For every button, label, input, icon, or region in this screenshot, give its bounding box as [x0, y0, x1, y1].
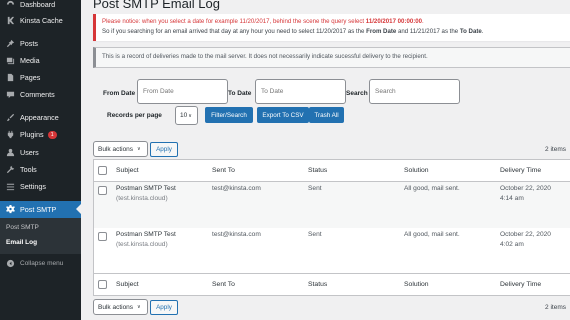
row-checkbox[interactable] [98, 186, 107, 195]
column-header-delivery-time[interactable]: Delivery Time [500, 167, 541, 174]
column-footer-sent-to[interactable]: Sent To [212, 281, 235, 288]
column-header-subject[interactable]: Subject [116, 167, 139, 174]
to-date-input[interactable] [255, 79, 346, 104]
items-count-bottom: 2 items [545, 304, 566, 311]
sidebar-item-label: Plugins [20, 130, 44, 139]
notice-line-2: So if you searching for an email arrived… [102, 28, 484, 35]
gear-icon [5, 205, 15, 215]
date-notice: Please notice: when you select a date fo… [93, 14, 570, 41]
items-count-top: 2 items [545, 146, 566, 153]
column-header-sent-to[interactable]: Sent To [212, 167, 235, 174]
from-date-input[interactable] [137, 79, 228, 104]
wrench-icon [5, 165, 15, 175]
dashboard-icon [5, 0, 15, 10]
user-icon [5, 148, 15, 158]
kinsta-icon [5, 16, 15, 26]
sidebar-item-label: Pages [20, 73, 41, 82]
email-subject[interactable]: Postman SMTP Test (test.kinsta.cloud) [116, 230, 176, 250]
chevron-down-icon: ∨ [188, 112, 192, 119]
bulk-actions-select-top[interactable]: Bulk actions ∨ [93, 141, 148, 157]
email-delivery-time: October 22, 2020 4:02 am [500, 231, 551, 248]
plugin-icon [5, 130, 15, 140]
email-sent-to: test@kinsta.com [212, 231, 261, 238]
sidebar-item-label: Comments [20, 90, 55, 99]
sidebar-item-label: Dashboard [20, 0, 56, 9]
submenu-item-email-log[interactable]: Email Log [6, 239, 37, 246]
notice-line-1: Please notice: when you select a date fo… [102, 18, 424, 25]
records-per-page-label: Records per page [107, 112, 162, 119]
email-log-table: Subject Sent To Status Solution Delivery… [93, 159, 570, 296]
sidebar-item-label: Kinsta Cache [20, 16, 63, 25]
collapse-icon [5, 259, 15, 269]
column-header-solution[interactable]: Solution [404, 167, 429, 174]
sidebar-item-settings[interactable]: Settings [0, 178, 81, 195]
update-count-badge: 1 [47, 130, 57, 139]
sidebar-item-label: Appearance [20, 113, 59, 122]
sidebar-item-users[interactable]: Users [0, 144, 81, 161]
sidebar-item-label: Users [20, 148, 39, 157]
chevron-down-icon: ∨ [137, 304, 141, 310]
post-smtp-submenu: Post SMTP Email Log [0, 218, 81, 254]
sidebar-item-tools[interactable]: Tools [0, 161, 81, 178]
column-footer-solution[interactable]: Solution [404, 281, 429, 288]
table-row: Postman SMTP Test (test.kinsta.cloud) te… [94, 228, 570, 274]
media-icon [5, 56, 15, 66]
sidebar-item-label: Media [20, 56, 40, 65]
export-csv-button[interactable]: Export To CSV [257, 107, 309, 123]
main-content: Post SMTP Email Log Please notice: when … [81, 0, 570, 320]
email-solution: All good, mail sent. [404, 231, 460, 238]
table-header: Subject Sent To Status Solution Delivery… [94, 160, 570, 182]
sidebar-item-label: Post SMTP [20, 205, 57, 214]
apply-button-top[interactable]: Apply [150, 142, 178, 157]
filter-search-button[interactable]: Filter/Search [205, 107, 253, 123]
sidebar-item-label: Posts [20, 39, 38, 48]
column-footer-subject[interactable]: Subject [116, 281, 139, 288]
sidebar-item-posts[interactable]: Posts [0, 35, 81, 52]
row-checkbox[interactable] [98, 232, 107, 241]
table-footer: Subject Sent To Status Solution Delivery… [94, 273, 570, 295]
search-label: Search [346, 90, 368, 97]
table-row: Postman SMTP Test (test.kinsta.cloud) te… [94, 182, 570, 228]
admin-sidebar: Dashboard Kinsta Cache Posts Media Pages… [0, 0, 81, 320]
pin-icon [5, 39, 15, 49]
submenu-item-post-smtp[interactable]: Post SMTP [6, 224, 39, 231]
to-date-label: To Date [228, 90, 252, 97]
search-input[interactable] [369, 79, 460, 104]
email-subject[interactable]: Postman SMTP Test (test.kinsta.cloud) [116, 184, 176, 204]
email-solution: All good, mail sent. [404, 185, 460, 192]
column-header-status[interactable]: Status [308, 167, 327, 174]
comment-icon [5, 90, 15, 100]
collapse-menu-button[interactable]: Collapse menu [0, 255, 81, 272]
apply-button-bottom[interactable]: Apply [150, 300, 178, 315]
sidebar-item-plugins[interactable]: Plugins 1 [0, 126, 81, 143]
select-all-checkbox[interactable] [98, 280, 107, 289]
email-sent-to: test@kinsta.com [212, 185, 261, 192]
column-footer-delivery-time[interactable]: Delivery Time [500, 281, 541, 288]
email-status: Sent [308, 231, 322, 238]
chevron-down-icon: ∨ [137, 146, 141, 152]
sidebar-item-label: Tools [20, 165, 37, 174]
trash-all-button[interactable]: Trash All [309, 107, 344, 123]
brush-icon [5, 113, 15, 123]
sidebar-item-appearance[interactable]: Appearance [0, 109, 81, 126]
sidebar-item-post-smtp[interactable]: Post SMTP [0, 201, 81, 218]
sidebar-item-comments[interactable]: Comments [0, 86, 81, 103]
sidebar-item-pages[interactable]: Pages [0, 69, 81, 86]
column-footer-status[interactable]: Status [308, 281, 327, 288]
bulk-actions-select-bottom[interactable]: Bulk actions ∨ [93, 299, 148, 315]
sidebar-item-media[interactable]: Media [0, 52, 81, 69]
from-date-label: From Date [103, 90, 136, 97]
select-all-checkbox[interactable] [98, 166, 107, 175]
sidebar-item-kinsta-cache[interactable]: Kinsta Cache [0, 12, 81, 29]
page-icon [5, 73, 15, 83]
records-per-page-select[interactable]: 10 ∨ [175, 106, 198, 125]
page-title: Post SMTP Email Log [93, 0, 220, 11]
delivery-info-notice: This is a record of deliveries made to t… [93, 47, 570, 68]
email-status: Sent [308, 185, 322, 192]
settings-icon [5, 182, 15, 192]
email-delivery-time: October 22, 2020 4:14 am [500, 185, 551, 202]
collapse-menu-label: Collapse menu [20, 260, 64, 267]
sidebar-item-label: Settings [20, 182, 46, 191]
